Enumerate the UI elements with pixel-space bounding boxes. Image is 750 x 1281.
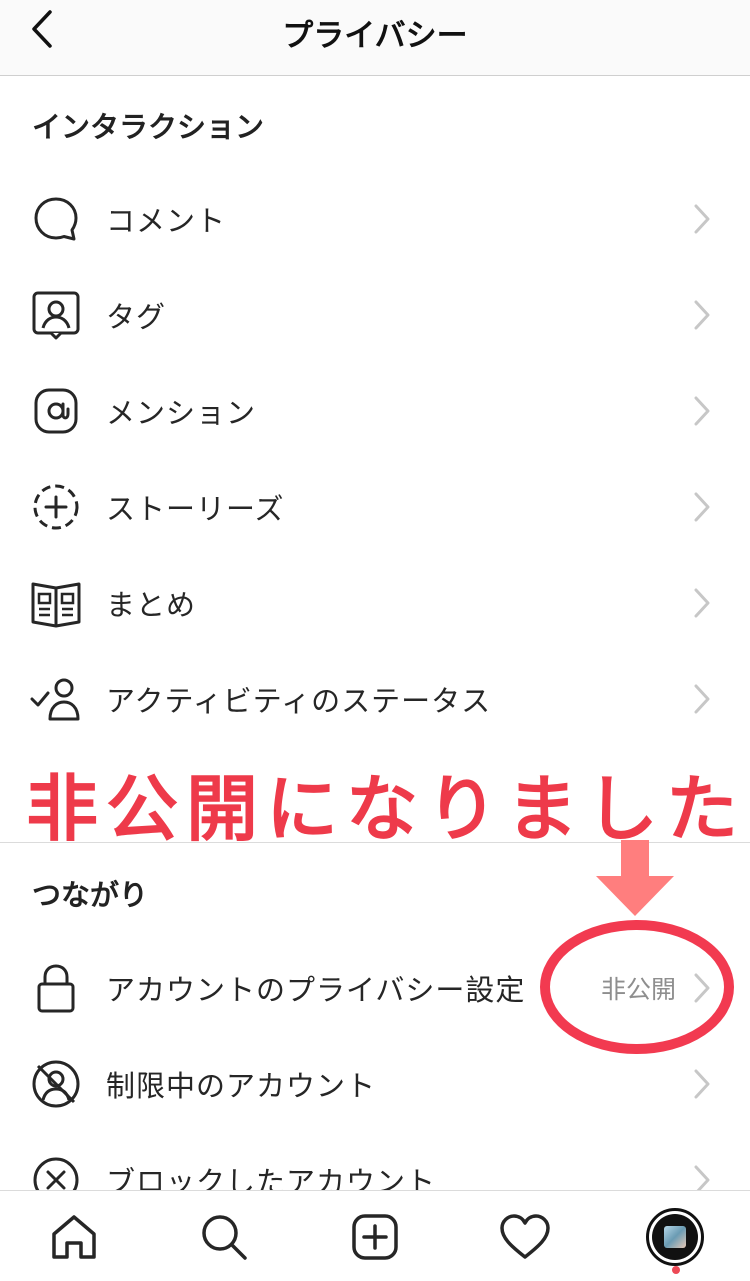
chevron-right-icon (694, 396, 710, 426)
row-label: アクティビティのステータス (106, 684, 492, 718)
notification-dot (672, 1266, 680, 1274)
activity-heart-icon (500, 1214, 550, 1259)
row-label: まとめ (106, 588, 197, 622)
profile-avatar-image (664, 1226, 686, 1248)
guide-book-icon (30, 577, 82, 629)
row-activity-status[interactable]: アクティビティのステータス (0, 651, 750, 747)
row-stories[interactable]: ストーリーズ (0, 459, 750, 555)
chevron-right-icon (694, 492, 710, 522)
search-icon (202, 1215, 247, 1260)
new-post-icon (352, 1214, 398, 1260)
section-title-interaction: インタラクション (32, 110, 265, 144)
row-mentions[interactable]: メンション (0, 363, 750, 459)
row-label: タグ (106, 300, 167, 334)
annotation-arrow-icon (596, 840, 674, 916)
chevron-right-icon (694, 1069, 710, 1099)
row-label: 制限中のアカウント (106, 1069, 377, 1103)
row-comments[interactable]: コメント (0, 171, 750, 267)
tab-profile[interactable] (646, 1208, 704, 1266)
chevron-right-icon (694, 684, 710, 714)
row-tags[interactable]: タグ (0, 267, 750, 363)
chevron-right-icon (694, 588, 710, 618)
tab-activity[interactable] (497, 1209, 553, 1265)
story-plus-icon (30, 481, 82, 533)
bottom-tab-bar (0, 1190, 750, 1281)
row-label: メンション (106, 396, 257, 430)
tab-new-post[interactable] (347, 1209, 403, 1265)
page-title: プライバシー (282, 18, 468, 54)
activity-status-icon (30, 673, 82, 725)
row-label: コメント (106, 204, 227, 238)
row-label: ストーリーズ (106, 492, 285, 526)
top-nav-bar: プライバシー (0, 0, 750, 76)
home-icon (52, 1215, 96, 1259)
row-label: アカウントのプライバシー設定 (106, 973, 526, 1007)
avatar (652, 1214, 698, 1260)
comment-icon (30, 193, 82, 245)
tag-person-icon (30, 289, 82, 341)
section-title-connections: つながり (32, 878, 149, 912)
tab-home[interactable] (46, 1209, 102, 1265)
restricted-icon (30, 1058, 82, 1110)
row-guides[interactable]: まとめ (0, 555, 750, 651)
lock-icon (30, 962, 82, 1014)
chevron-right-icon (694, 204, 710, 234)
annotation-circle-icon (540, 920, 734, 1054)
chevron-right-icon (694, 300, 710, 330)
tab-search[interactable] (196, 1209, 252, 1265)
at-sign-icon (30, 385, 82, 437)
